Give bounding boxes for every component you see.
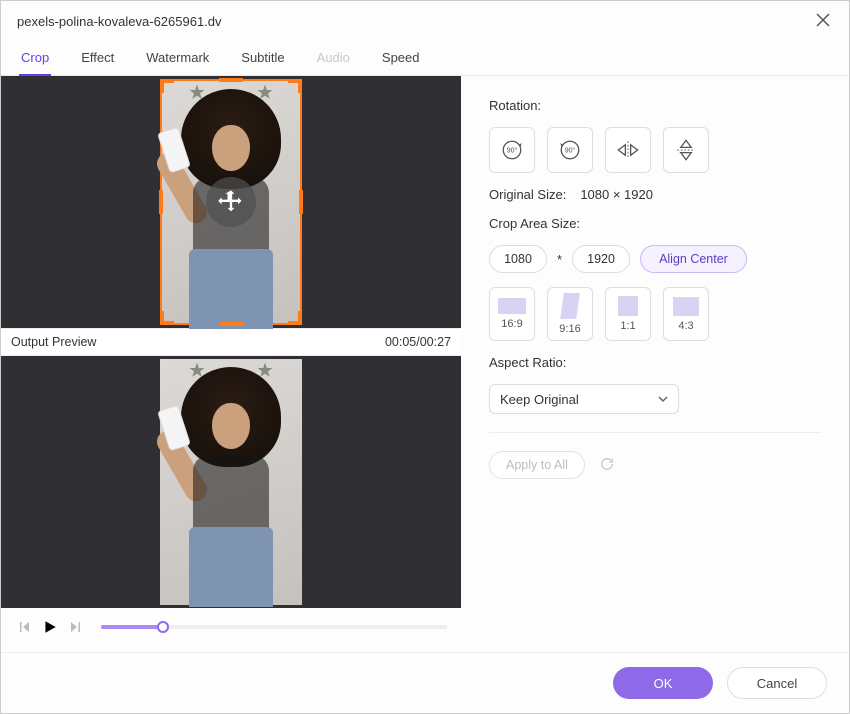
crop-size-separator: * [557, 252, 562, 267]
apply-row: Apply to All [489, 451, 821, 479]
crop-height-input[interactable] [572, 245, 630, 273]
ok-button[interactable]: OK [613, 667, 713, 699]
crop-handle-bl[interactable] [160, 311, 174, 325]
crop-handle-tr[interactable] [288, 79, 302, 93]
video-edit-dialog: pexels-polina-kovaleva-6265961.dv Crop E… [0, 0, 850, 714]
preview-status-bar: Output Preview 00:05/00:27 [1, 328, 461, 356]
tab-bar: Crop Effect Watermark Subtitle Audio Spe… [1, 36, 849, 76]
ratio-1-1-button[interactable]: 1:1 [605, 287, 651, 341]
tab-speed[interactable]: Speed [380, 44, 422, 75]
chevron-down-icon [658, 392, 668, 407]
svg-text:90°: 90° [507, 147, 518, 155]
seek-thumb[interactable] [157, 621, 169, 633]
output-preview-label: Output Preview [11, 335, 96, 349]
crop-frame[interactable] [160, 79, 302, 325]
original-size-value: 1080 × 1920 [580, 187, 653, 202]
aspect-ratio-select[interactable]: Keep Original [489, 384, 679, 414]
play-icon[interactable] [41, 618, 59, 636]
align-center-button[interactable]: Align Center [640, 245, 747, 273]
crop-handle-tl[interactable] [160, 79, 174, 93]
crop-area-label: Crop Area Size: [489, 216, 821, 231]
close-icon[interactable] [813, 11, 833, 32]
crop-preview[interactable] [1, 76, 461, 328]
rotation-buttons: 90° 90° [489, 127, 821, 173]
tab-audio: Audio [315, 44, 352, 75]
prev-frame-icon[interactable] [15, 618, 33, 636]
rotate-cw-icon[interactable]: 90° [489, 127, 535, 173]
move-icon[interactable] [206, 177, 256, 227]
ratio-label: 4:3 [678, 320, 693, 332]
ratio-16-9-button[interactable]: 16:9 [489, 287, 535, 341]
svg-text:90°: 90° [565, 147, 576, 155]
reset-icon[interactable] [599, 456, 615, 475]
flip-horizontal-icon[interactable] [605, 127, 651, 173]
next-frame-icon[interactable] [67, 618, 85, 636]
ratio-4-3-button[interactable]: 4:3 [663, 287, 709, 341]
aspect-ratio-presets: 16:9 9:16 1:1 4:3 [489, 287, 821, 341]
crop-handle-l[interactable] [159, 190, 163, 214]
playback-controls [1, 608, 461, 646]
dialog-footer: OK Cancel [1, 652, 849, 713]
apply-to-all-button: Apply to All [489, 451, 585, 479]
output-frame-image [160, 359, 302, 605]
preview-time: 00:05/00:27 [385, 335, 451, 349]
ratio-9-16-button[interactable]: 9:16 [547, 287, 593, 341]
crop-handle-b[interactable] [219, 322, 243, 326]
divider [489, 432, 821, 433]
crop-handle-t[interactable] [219, 78, 243, 82]
crop-width-input[interactable] [489, 245, 547, 273]
aspect-ratio-label: Aspect Ratio: [489, 355, 821, 370]
ratio-label: 9:16 [559, 323, 580, 335]
rotation-label: Rotation: [489, 98, 821, 113]
output-preview [1, 356, 461, 608]
original-size-label: Original Size: [489, 187, 566, 202]
titlebar: pexels-polina-kovaleva-6265961.dv [1, 1, 849, 36]
ratio-label: 1:1 [620, 320, 635, 332]
aspect-ratio-value: Keep Original [500, 392, 579, 407]
crop-handle-r[interactable] [299, 190, 303, 214]
dialog-body: Output Preview 00:05/00:27 [1, 76, 849, 652]
crop-handle-br[interactable] [288, 311, 302, 325]
tab-watermark[interactable]: Watermark [144, 44, 211, 75]
seek-slider[interactable] [101, 625, 447, 629]
ratio-label: 16:9 [501, 318, 522, 330]
rotate-ccw-icon[interactable]: 90° [547, 127, 593, 173]
cancel-button[interactable]: Cancel [727, 667, 827, 699]
window-title: pexels-polina-kovaleva-6265961.dv [17, 14, 222, 29]
preview-panel: Output Preview 00:05/00:27 [1, 76, 461, 652]
settings-panel: Rotation: 90° 90° Original Size: 1080 × … [461, 76, 849, 652]
tab-effect[interactable]: Effect [79, 44, 116, 75]
tab-subtitle[interactable]: Subtitle [239, 44, 286, 75]
tab-crop[interactable]: Crop [19, 44, 51, 75]
flip-vertical-icon[interactable] [663, 127, 709, 173]
crop-size-row: * Align Center [489, 245, 821, 273]
